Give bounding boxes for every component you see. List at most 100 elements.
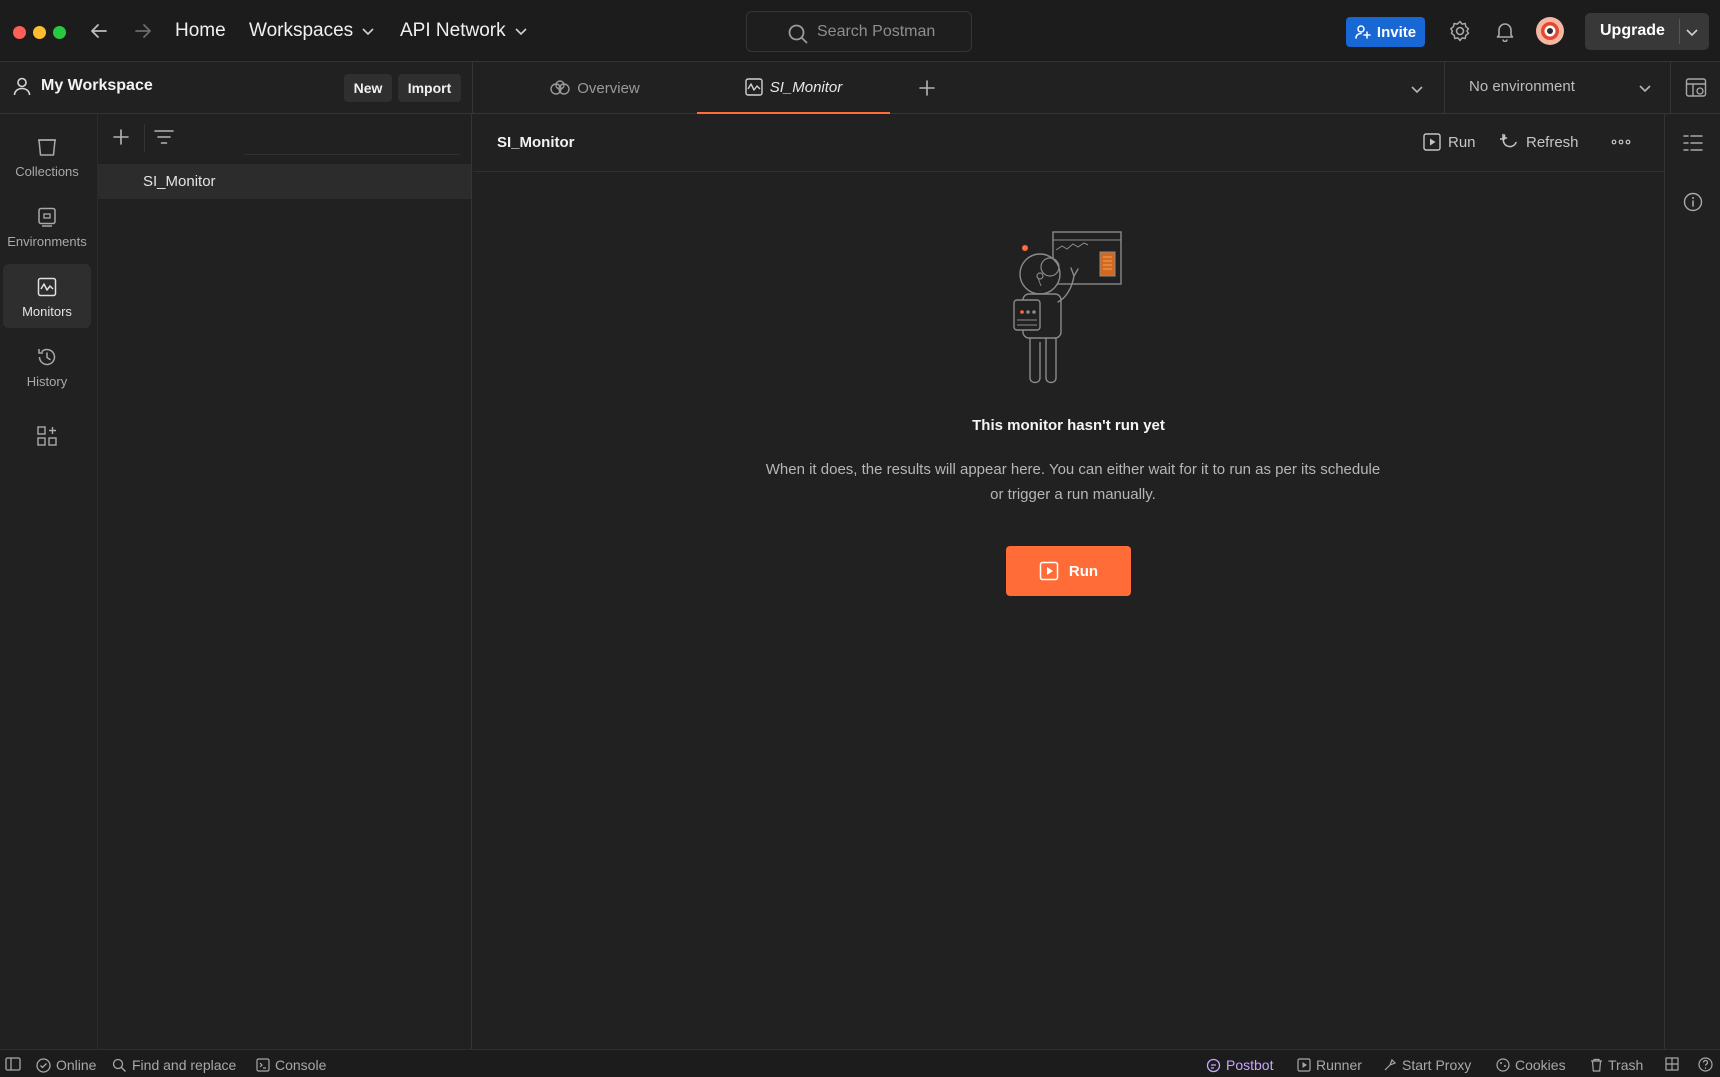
documentation-icon[interactable] bbox=[1683, 133, 1703, 153]
api-network-label: API Network bbox=[400, 20, 506, 41]
play-icon bbox=[1423, 133, 1441, 151]
environment-quick-look-icon[interactable] bbox=[1685, 77, 1707, 99]
empty-state-title: This monitor hasn't run yet bbox=[972, 417, 1165, 434]
import-button[interactable]: Import bbox=[398, 74, 461, 102]
chevron-down-icon bbox=[1639, 85, 1651, 93]
workspace-header: My Workspace New Import Overview SI_Moni… bbox=[0, 62, 1720, 114]
tab-si-monitor[interactable]: SI_Monitor bbox=[697, 62, 890, 114]
forward-arrow-icon[interactable] bbox=[132, 20, 154, 42]
monitors-icon bbox=[37, 277, 57, 297]
play-icon bbox=[1297, 1058, 1311, 1072]
back-arrow-icon[interactable] bbox=[88, 20, 110, 42]
sidebar-item-environments[interactable]: Environments bbox=[3, 194, 91, 258]
chevron-down-icon[interactable] bbox=[1685, 25, 1699, 39]
settings-gear-icon[interactable] bbox=[1448, 19, 1472, 43]
monitor-header: SI_Monitor Run Refresh bbox=[473, 114, 1664, 172]
online-status[interactable]: Online bbox=[36, 1057, 96, 1073]
trash-icon bbox=[1591, 1058, 1602, 1072]
workspaces-menu[interactable]: Workspaces bbox=[249, 18, 375, 44]
empty-state-illustration bbox=[1010, 230, 1130, 390]
divider bbox=[144, 124, 145, 152]
postbot-label: Postbot bbox=[1226, 1057, 1274, 1073]
start-proxy-label: Start Proxy bbox=[1402, 1057, 1472, 1073]
workspaces-label: Workspaces bbox=[249, 20, 354, 41]
search-icon bbox=[112, 1058, 126, 1072]
help-icon[interactable] bbox=[1698, 1057, 1713, 1072]
two-pane-view-icon[interactable] bbox=[1665, 1057, 1679, 1071]
maximize-window-button[interactable] bbox=[53, 26, 66, 39]
postbot-button[interactable]: Postbot bbox=[1206, 1057, 1273, 1073]
monitor-item-label: SI_Monitor bbox=[143, 173, 216, 190]
console-button[interactable]: Console bbox=[256, 1057, 326, 1073]
search-input[interactable]: Search Postman bbox=[746, 11, 972, 52]
new-tab-plus-icon[interactable] bbox=[917, 78, 937, 98]
environment-label: No environment bbox=[1469, 78, 1575, 95]
sidebar-item-label: Collections bbox=[15, 164, 79, 179]
notifications-bell-icon[interactable] bbox=[1494, 20, 1516, 42]
chevron-down-icon bbox=[362, 28, 374, 36]
find-and-replace-button[interactable]: Find and replace bbox=[112, 1057, 236, 1073]
configure-workbench-icon[interactable] bbox=[36, 425, 58, 447]
tabs-dropdown-chevron-icon[interactable] bbox=[1409, 81, 1425, 97]
divider bbox=[1679, 19, 1680, 44]
monitors-sidebar: SI_Monitor bbox=[98, 114, 472, 1049]
proxy-icon bbox=[1384, 1058, 1397, 1071]
home-link[interactable]: Home bbox=[175, 18, 226, 44]
postbot-icon bbox=[1206, 1058, 1221, 1072]
sidebar-item-label: History bbox=[26, 374, 68, 389]
sidebar-item-label: Monitors bbox=[22, 304, 72, 319]
cookies-button[interactable]: Cookies bbox=[1496, 1057, 1566, 1073]
sidebar-item-monitors[interactable]: Monitors bbox=[3, 264, 91, 328]
search-icon bbox=[788, 24, 808, 44]
tab-overview[interactable]: Overview bbox=[502, 62, 688, 114]
console-icon bbox=[256, 1058, 270, 1072]
search-placeholder: Search Postman bbox=[817, 22, 936, 40]
avatar[interactable] bbox=[1535, 16, 1565, 46]
refresh-label: Refresh bbox=[1526, 134, 1579, 151]
tab-overview-label: Overview bbox=[577, 79, 640, 97]
run-button[interactable]: Run bbox=[1423, 133, 1476, 151]
divider bbox=[1670, 62, 1671, 114]
upgrade-label: Upgrade bbox=[1600, 22, 1665, 39]
online-label: Online bbox=[56, 1057, 97, 1073]
runner-label: Runner bbox=[1316, 1057, 1362, 1073]
more-options-icon[interactable] bbox=[1611, 136, 1631, 148]
add-monitor-plus-icon[interactable] bbox=[112, 128, 130, 146]
workspace-name: My Workspace bbox=[41, 77, 153, 94]
upgrade-button[interactable]: Upgrade bbox=[1585, 13, 1709, 50]
sidebar-search-input[interactable] bbox=[244, 154, 460, 155]
environments-icon bbox=[38, 207, 56, 227]
console-label: Console bbox=[275, 1057, 327, 1073]
close-window-button[interactable] bbox=[13, 26, 26, 39]
minimize-window-button[interactable] bbox=[33, 26, 46, 39]
invite-button[interactable]: Invite bbox=[1346, 17, 1425, 47]
monitor-icon bbox=[745, 78, 763, 96]
info-icon[interactable] bbox=[1683, 192, 1703, 212]
divider bbox=[472, 62, 473, 114]
history-icon bbox=[38, 348, 56, 366]
chevron-down-icon bbox=[515, 28, 527, 36]
trash-button[interactable]: Trash bbox=[1590, 1057, 1643, 1073]
workspace-switcher[interactable]: My Workspace bbox=[12, 76, 153, 96]
api-network-menu[interactable]: API Network bbox=[400, 18, 528, 44]
toggle-sidebar-icon[interactable] bbox=[5, 1057, 21, 1071]
refresh-button[interactable]: Refresh bbox=[1500, 133, 1579, 152]
start-proxy-button[interactable]: Start Proxy bbox=[1383, 1057, 1471, 1073]
sidebar-item-history[interactable]: History bbox=[3, 334, 91, 398]
new-button[interactable]: New bbox=[344, 74, 392, 102]
cookie-icon bbox=[1496, 1058, 1510, 1072]
user-icon bbox=[13, 77, 31, 96]
invite-label: Invite bbox=[1376, 23, 1417, 41]
list-item[interactable]: SI_Monitor bbox=[98, 164, 471, 199]
refresh-icon bbox=[1500, 133, 1517, 148]
home-label: Home bbox=[175, 20, 226, 41]
sidebar-item-collections[interactable]: Collections bbox=[3, 124, 91, 188]
environment-selector[interactable]: No environment bbox=[1444, 62, 1664, 114]
run-monitor-button[interactable]: Run bbox=[1006, 546, 1131, 596]
check-circle-icon bbox=[36, 1057, 51, 1073]
runner-button[interactable]: Runner bbox=[1297, 1057, 1362, 1073]
filter-icon[interactable] bbox=[154, 128, 174, 146]
page-title: SI_Monitor bbox=[497, 134, 575, 151]
right-sidebar bbox=[1664, 114, 1720, 1049]
sidebar-rail: Collections Environments Monitors Histor… bbox=[0, 114, 98, 1049]
